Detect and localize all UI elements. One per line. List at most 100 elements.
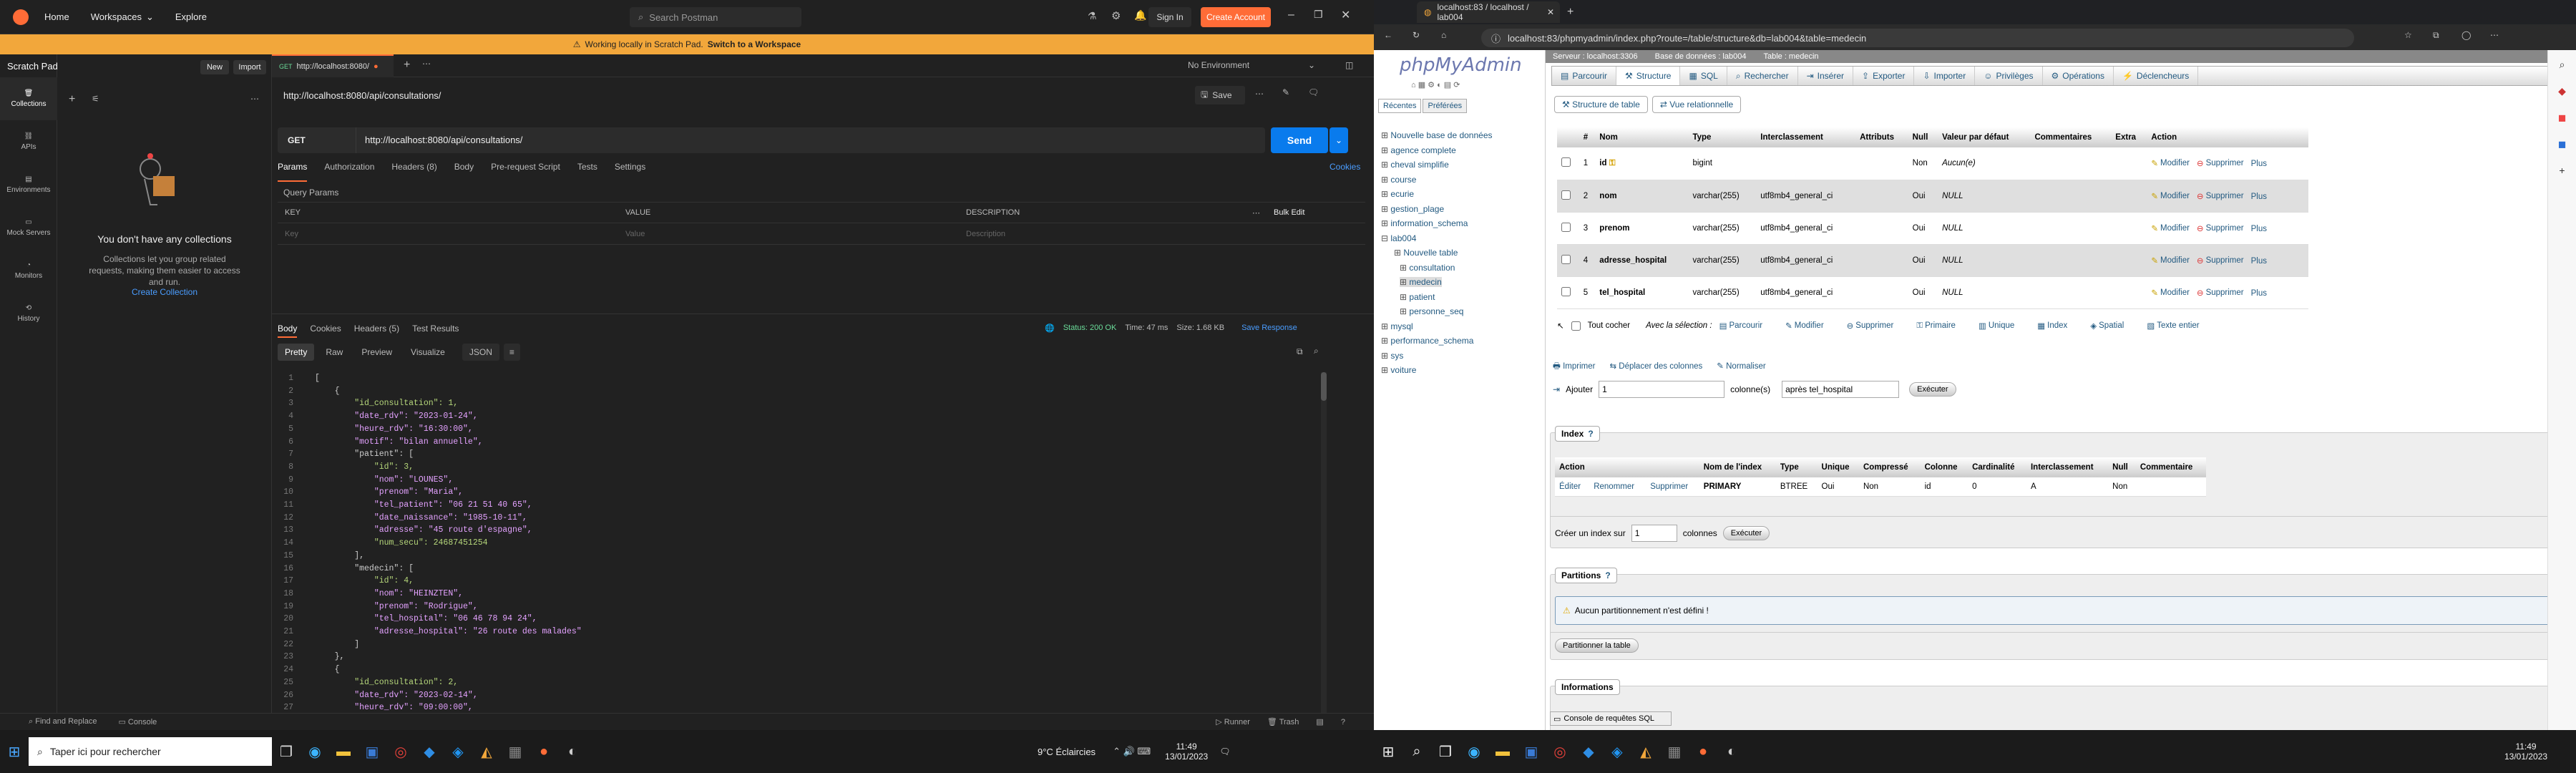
- tree-item[interactable]: ⊞ information_schema: [1381, 218, 1468, 228]
- tab-parcourir[interactable]: ▤ Parcourir: [1552, 67, 1617, 85]
- send-button[interactable]: Send: [1271, 127, 1328, 153]
- row-actions[interactable]: ✎ Modifier ⊖ Supprimer Plus: [2147, 147, 2308, 180]
- rail-apis[interactable]: ⛓ APIs: [0, 120, 57, 163]
- weather-widget[interactable]: 9°C Éclaircies: [1038, 747, 1096, 757]
- back-icon[interactable]: ←: [1384, 30, 1392, 40]
- tree-item[interactable]: ⊞ voiture: [1381, 365, 1416, 375]
- collections-icon[interactable]: ⧉: [2433, 30, 2439, 41]
- bulk-action[interactable]: ▤ Parcourir: [1719, 321, 1763, 331]
- comment-icon[interactable]: 🗨: [1308, 87, 1319, 97]
- row-action-plus[interactable]: Plus: [2251, 225, 2267, 233]
- row-action-plus[interactable]: Plus: [2251, 160, 2267, 168]
- sql-console-toggle[interactable]: ▭ Console de requêtes SQL: [1550, 711, 1672, 726]
- tree-item[interactable]: ⊞ ecurie: [1381, 189, 1414, 199]
- help-icon[interactable]: ?: [1341, 718, 1345, 726]
- task-view-icon[interactable]: ❐: [1431, 737, 1460, 766]
- bulk-action[interactable]: ▥ Unique: [1979, 321, 2014, 331]
- check-all-label[interactable]: Tout cocher: [1588, 321, 1630, 330]
- subtab-structure[interactable]: ⚒ Structure de table: [1554, 96, 1648, 113]
- tree-item[interactable]: ⊞ personne_seq: [1400, 306, 1463, 316]
- check-all-checkbox[interactable]: [1571, 321, 1581, 331]
- tree-item[interactable]: ⊞ cheval simplifie: [1381, 160, 1449, 170]
- copy-icon[interactable]: ⧉: [1297, 346, 1303, 357]
- column-header[interactable]: Nom: [1595, 127, 1689, 147]
- rail-monitors[interactable]: ◔ Monitors: [0, 249, 57, 292]
- store-icon[interactable]: ▣: [1517, 737, 1546, 766]
- format-select[interactable]: JSON: [462, 344, 499, 361]
- row-checkbox[interactable]: [1561, 254, 1571, 264]
- search-icon[interactable]: ⌕: [1402, 737, 1431, 766]
- req-tab-prerequest[interactable]: Pre-request Script: [491, 162, 560, 182]
- tree-item[interactable]: ⊟ lab004: [1381, 233, 1416, 243]
- tab-rechercher[interactable]: ⌕ Rechercher: [1727, 67, 1798, 85]
- row-actions[interactable]: ✎ Modifier ⊖ Supprimer Plus: [2147, 180, 2308, 213]
- sidebar-search-icon[interactable]: ⌕: [2560, 59, 2565, 71]
- tray-icons[interactable]: ⌃ 🔊 ⌨: [1113, 746, 1151, 757]
- row-action-modifier[interactable]: ✎ Modifier: [2151, 191, 2190, 201]
- tree-item[interactable]: ⊞ gestion_plage: [1381, 204, 1444, 214]
- add-after-select[interactable]: après tel_hospital: [1782, 381, 1900, 398]
- teams-icon[interactable]: ◈: [444, 737, 472, 766]
- partition-table-button[interactable]: Partitionner la table: [1555, 638, 1639, 653]
- checkbox[interactable]: [1557, 212, 1579, 245]
- trash-button[interactable]: 🗑 Trash: [1267, 717, 1299, 726]
- move-columns-link[interactable]: ⇆ Déplacer des colonnes: [1609, 361, 1702, 374]
- new-tab-icon[interactable]: +: [1567, 6, 1574, 19]
- req-tab-body[interactable]: Body: [454, 162, 474, 182]
- banner-switch-link[interactable]: Switch to a Workspace: [708, 39, 801, 49]
- environment-quicklook-icon[interactable]: ◫: [1345, 60, 1353, 70]
- tab-favorites[interactable]: Préférées: [1423, 99, 1468, 113]
- create-index-execute[interactable]: Exécuter: [1722, 525, 1770, 540]
- tab-overflow-icon[interactable]: ⋯: [422, 59, 431, 69]
- taskbar-clock[interactable]: 11:49 13/01/2023: [2504, 742, 2547, 762]
- pma-quick-icons[interactable]: ⌂ ▦ ⚙ ◐ ▤ ⟳: [1411, 80, 1460, 89]
- rail-collections[interactable]: 🗑 Collections: [0, 77, 57, 120]
- bulk-action[interactable]: ⚿ Primaire: [1916, 321, 1956, 331]
- rail-history[interactable]: ⟲ History: [0, 292, 57, 335]
- tab-sql[interactable]: ▦ SQL: [1680, 67, 1727, 85]
- app-icon-2[interactable]: ▦: [1660, 737, 1689, 766]
- checkbox[interactable]: [1557, 276, 1579, 309]
- resp-tab-headers[interactable]: Headers (5): [354, 324, 399, 338]
- rail-environments[interactable]: ▤ Environments: [0, 163, 57, 206]
- nav-explore[interactable]: Explore: [175, 11, 207, 22]
- url-input[interactable]: http://localhost:8080/api/consultations/: [365, 135, 522, 145]
- edge-icon[interactable]: ◉: [301, 737, 329, 766]
- create-index-input[interactable]: 1: [1631, 524, 1677, 542]
- help-icon[interactable]: ?: [1605, 570, 1610, 580]
- minimize-icon[interactable]: –: [1288, 9, 1294, 21]
- print-link[interactable]: 🖶 Imprimer: [1553, 361, 1595, 374]
- nav-workspaces[interactable]: Workspaces ⌄: [91, 11, 154, 23]
- tree-item[interactable]: ⊞ sys: [1381, 351, 1403, 361]
- sidebar-add-icon[interactable]: +: [2559, 165, 2565, 176]
- row-action-plus[interactable]: Plus: [2251, 193, 2267, 201]
- add-count-input[interactable]: 1: [1599, 381, 1725, 398]
- row-checkbox[interactable]: [1561, 286, 1571, 296]
- row-action-supprimer[interactable]: ⊖ Supprimer: [2197, 256, 2244, 266]
- breadcrumb-table[interactable]: Table : medecin: [1763, 52, 1818, 61]
- notifications-icon[interactable]: 🗨: [1219, 747, 1230, 757]
- sidebar-office-icon[interactable]: ◼: [2558, 112, 2567, 124]
- maximize-icon[interactable]: ❐: [1314, 9, 1323, 21]
- rail-mock-servers[interactable]: ▭ Mock Servers: [0, 206, 57, 249]
- find-replace-button[interactable]: ⌕ Find and Replace: [29, 717, 97, 726]
- method-select[interactable]: GET: [278, 127, 356, 153]
- add-execute-button[interactable]: Exécuter: [1909, 382, 1956, 397]
- tree-item[interactable]: ⊞ patient: [1400, 292, 1435, 302]
- column-header[interactable]: Interclassement: [1756, 127, 1856, 147]
- column-header[interactable]: Type: [1688, 127, 1757, 147]
- taskbar-search-input[interactable]: ⌕ Taper ici pour rechercher: [29, 737, 272, 766]
- row-action-supprimer[interactable]: ⊖ Supprimer: [2197, 191, 2244, 201]
- import-button[interactable]: Import: [233, 60, 266, 74]
- browser-menu-icon[interactable]: ⋯: [2490, 30, 2499, 40]
- save-response-button[interactable]: Save Response: [1241, 324, 1297, 333]
- runner-button[interactable]: ▷ Runner: [1216, 717, 1250, 726]
- tab-privileges[interactable]: ☺ Privilèges: [1975, 67, 2043, 85]
- view-pretty[interactable]: Pretty: [278, 344, 315, 361]
- checkbox[interactable]: [1557, 244, 1579, 277]
- row-checkbox[interactable]: [1561, 190, 1571, 200]
- request-tab[interactable]: GET http://localhost:8080/ ●: [272, 54, 394, 77]
- row-action-supprimer[interactable]: ⊖ Supprimer: [2197, 223, 2244, 233]
- add-collection-icon[interactable]: +: [69, 93, 75, 106]
- edge-icon[interactable]: ◉: [1460, 737, 1488, 766]
